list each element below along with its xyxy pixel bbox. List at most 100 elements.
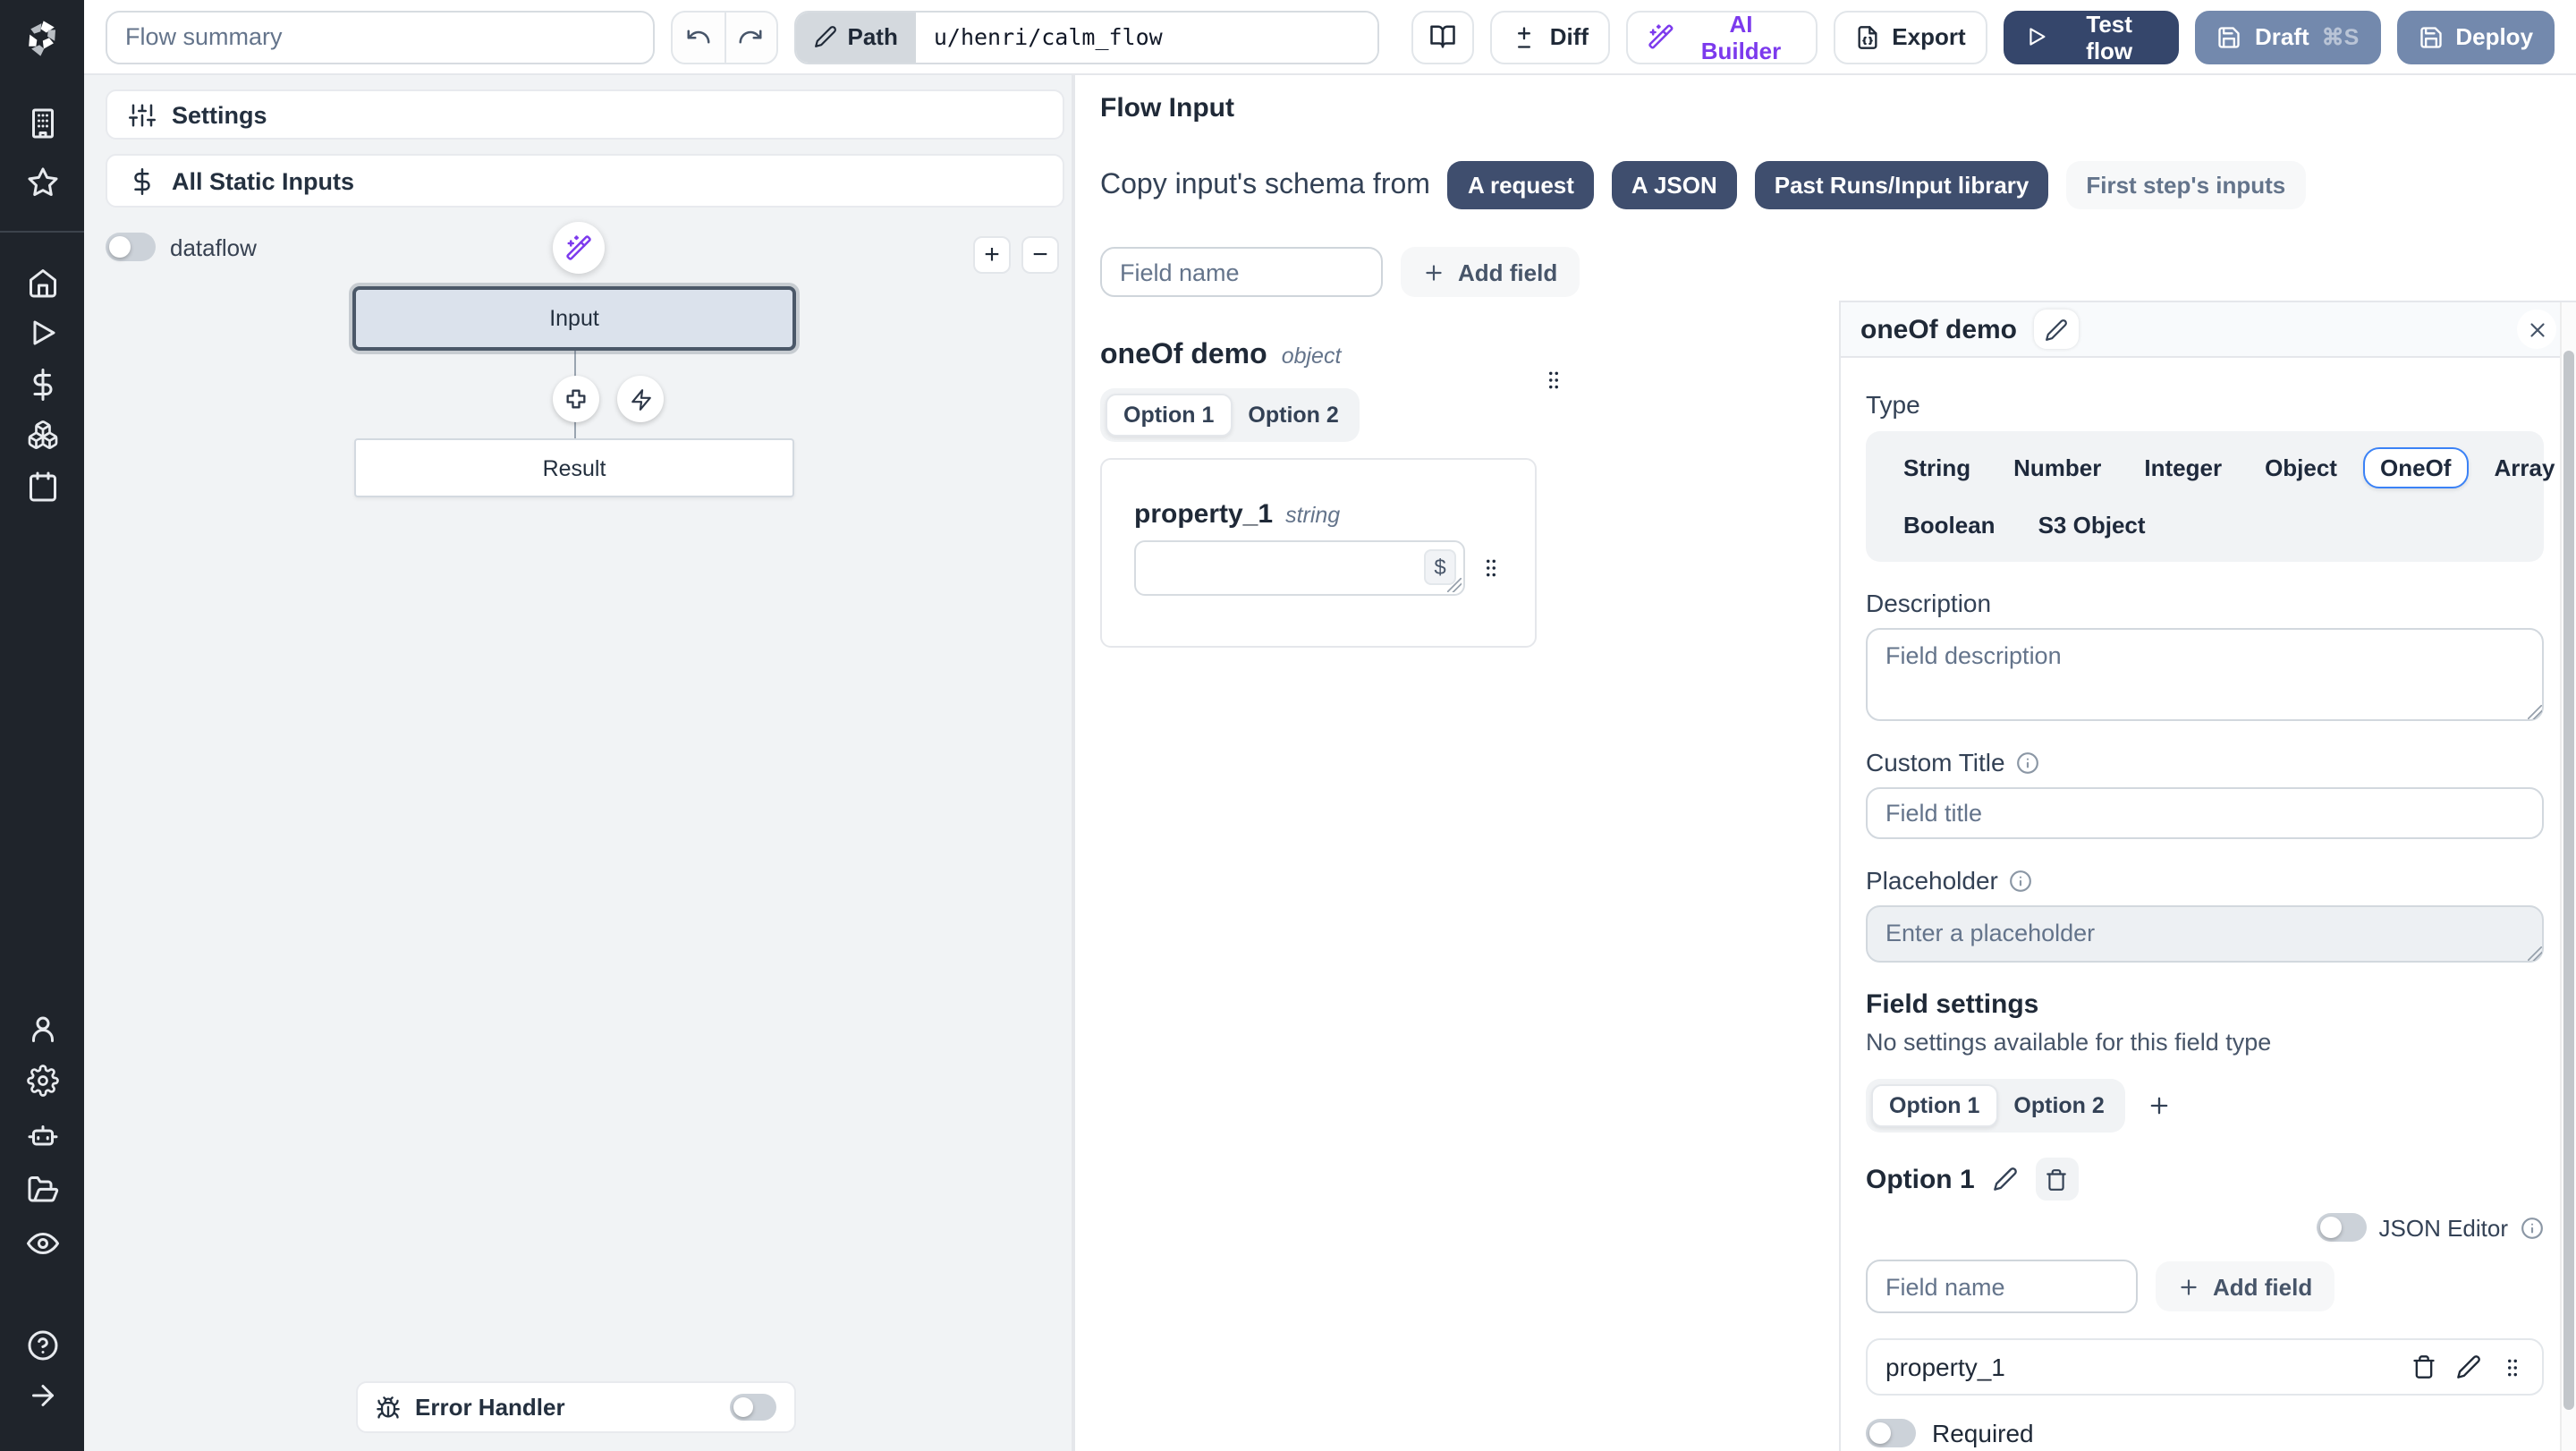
dataflow-toggle[interactable] — [106, 233, 156, 261]
resize-handle[interactable] — [2528, 946, 2542, 961]
property-value-input[interactable]: $ — [1134, 540, 1465, 596]
undo-button[interactable] — [674, 12, 724, 62]
all-static-inputs-row[interactable]: All Static Inputs — [106, 154, 1064, 208]
schedules-calendar-icon[interactable] — [0, 471, 84, 503]
description-textarea[interactable] — [1866, 628, 2544, 721]
type-selector: String Number Integer Object OneOf Array… — [1866, 431, 2544, 562]
inspector-scrollbar[interactable] — [2560, 302, 2576, 1451]
windmill-logo[interactable] — [0, 16, 84, 61]
scrollbar-thumb[interactable] — [2563, 351, 2573, 1410]
deploy-button[interactable]: Deploy — [2396, 10, 2555, 64]
inspector-property-row[interactable]: property_1 — [1866, 1338, 2544, 1396]
undo-icon — [685, 23, 712, 50]
field-name-input[interactable] — [1100, 247, 1383, 297]
eye-icon[interactable] — [0, 1227, 84, 1260]
plus-icon — [2177, 1275, 2200, 1298]
resize-handle[interactable] — [1447, 578, 1462, 592]
custom-title-input[interactable] — [1866, 787, 2544, 839]
json-editor-toggle[interactable] — [2317, 1213, 2367, 1242]
inspector-field-name-input[interactable] — [1866, 1260, 2138, 1313]
type-number[interactable]: Number — [1996, 447, 2119, 488]
type-string[interactable]: String — [1885, 447, 1988, 488]
resize-handle[interactable] — [2528, 705, 2542, 719]
flow-summary-input[interactable] — [106, 10, 656, 64]
result-node[interactable]: Result — [354, 438, 794, 497]
expand-arrow-right-icon[interactable] — [0, 1379, 84, 1412]
copy-source-request-button[interactable]: A request — [1448, 161, 1594, 209]
type-integer[interactable]: Integer — [2126, 447, 2240, 488]
robot-icon[interactable] — [0, 1120, 84, 1152]
inspector-tab-option-2[interactable]: Option 2 — [1997, 1084, 2120, 1127]
home-icon[interactable] — [0, 267, 84, 299]
close-inspector-button[interactable] — [2517, 310, 2556, 349]
edit-property-button[interactable] — [2456, 1354, 2481, 1379]
required-toggle[interactable] — [1866, 1419, 1916, 1447]
input-node[interactable]: Input — [352, 286, 796, 351]
flow-settings-row[interactable]: Settings — [106, 89, 1064, 140]
add-option-button[interactable] — [2148, 1093, 2173, 1118]
test-flow-button[interactable]: Test flow — [2004, 10, 2180, 64]
zoom-in-button[interactable]: + — [973, 236, 1011, 274]
inspector-add-field-button[interactable]: Add field — [2156, 1261, 2334, 1311]
pencil-icon — [2456, 1354, 2481, 1379]
type-boolean[interactable]: Boolean — [1885, 505, 2013, 546]
field-inspector-panel: oneOf demo Type String Number Integer Ob… — [1839, 301, 2576, 1451]
settings-gear-icon[interactable] — [0, 1065, 84, 1097]
inspector-property-name: property_1 — [1885, 1353, 2005, 1381]
ai-builder-button[interactable]: AI Builder — [1626, 10, 1817, 64]
star-icon[interactable] — [0, 166, 84, 199]
rename-option-button[interactable] — [1993, 1167, 2018, 1192]
trash-icon — [2046, 1167, 2069, 1191]
insert-step-button[interactable] — [553, 376, 599, 422]
runs-play-icon[interactable] — [0, 317, 84, 349]
help-circle-icon[interactable] — [0, 1329, 84, 1362]
drag-grip-icon[interactable] — [1479, 556, 1503, 580]
type-oneof[interactable]: OneOf — [2362, 447, 2469, 488]
variables-dollar-icon[interactable] — [0, 369, 84, 401]
path-chip[interactable]: Path — [796, 12, 916, 62]
property-name: property_1 — [1134, 499, 1273, 530]
dataflow-label: dataflow — [170, 233, 257, 260]
placeholder-textarea[interactable] — [1866, 905, 2544, 963]
add-field-button[interactable]: Add field — [1401, 247, 1579, 297]
export-button[interactable]: Export — [1833, 10, 1987, 64]
ai-flow-wand-button[interactable] — [553, 222, 605, 274]
delete-option-button[interactable] — [2036, 1158, 2079, 1201]
inspector-header: oneOf demo — [1841, 302, 2576, 358]
copy-source-past-runs-button[interactable]: Past Runs/Input library — [1755, 161, 2049, 209]
docs-book-button[interactable] — [1411, 10, 1474, 64]
trigger-zap-button[interactable] — [617, 376, 664, 422]
user-icon[interactable] — [0, 1013, 84, 1045]
zoom-out-button[interactable]: − — [1021, 236, 1059, 274]
path-input[interactable] — [916, 12, 1377, 62]
description-label: Description — [1866, 589, 2544, 617]
type-array[interactable]: Array — [2476, 447, 2572, 488]
drag-grip-icon[interactable] — [2501, 1355, 2524, 1379]
path-label: Path — [848, 23, 898, 50]
rename-field-button[interactable] — [2033, 310, 2078, 349]
flow-input-title: Flow Input — [1100, 93, 2576, 123]
folder-open-icon[interactable] — [0, 1174, 84, 1206]
magic-wand-icon — [1648, 23, 1674, 50]
type-object[interactable]: Object — [2247, 447, 2355, 488]
copy-source-first-step-button[interactable]: First step's inputs — [2066, 161, 2305, 209]
delete-property-button[interactable] — [2411, 1354, 2436, 1379]
copy-source-json-button[interactable]: A JSON — [1612, 161, 1737, 209]
error-handler-toggle[interactable] — [730, 1394, 776, 1421]
redo-button[interactable] — [724, 12, 775, 62]
tab-option-1[interactable]: Option 1 — [1106, 394, 1232, 437]
building-icon[interactable] — [0, 107, 84, 140]
save-icon — [2418, 24, 2443, 49]
plus-icon — [1422, 260, 1445, 284]
resources-boxes-icon[interactable] — [0, 419, 84, 451]
inspector-tab-option-1[interactable]: Option 1 — [1871, 1084, 1997, 1127]
copy-schema-label: Copy input's schema from — [1100, 169, 1430, 201]
tab-option-2[interactable]: Option 2 — [1232, 394, 1354, 437]
drag-grip-icon[interactable] — [1542, 369, 1565, 392]
copy-schema-row: Copy input's schema from A request A JSO… — [1100, 161, 2576, 209]
plus-icon — [2148, 1093, 2173, 1118]
draft-button[interactable]: Draft ⌘S — [2196, 10, 2380, 64]
error-handler-row[interactable]: Error Handler — [356, 1381, 796, 1433]
type-s3-object[interactable]: S3 Object — [2021, 505, 2164, 546]
diff-button[interactable]: Diff — [1491, 10, 1610, 64]
